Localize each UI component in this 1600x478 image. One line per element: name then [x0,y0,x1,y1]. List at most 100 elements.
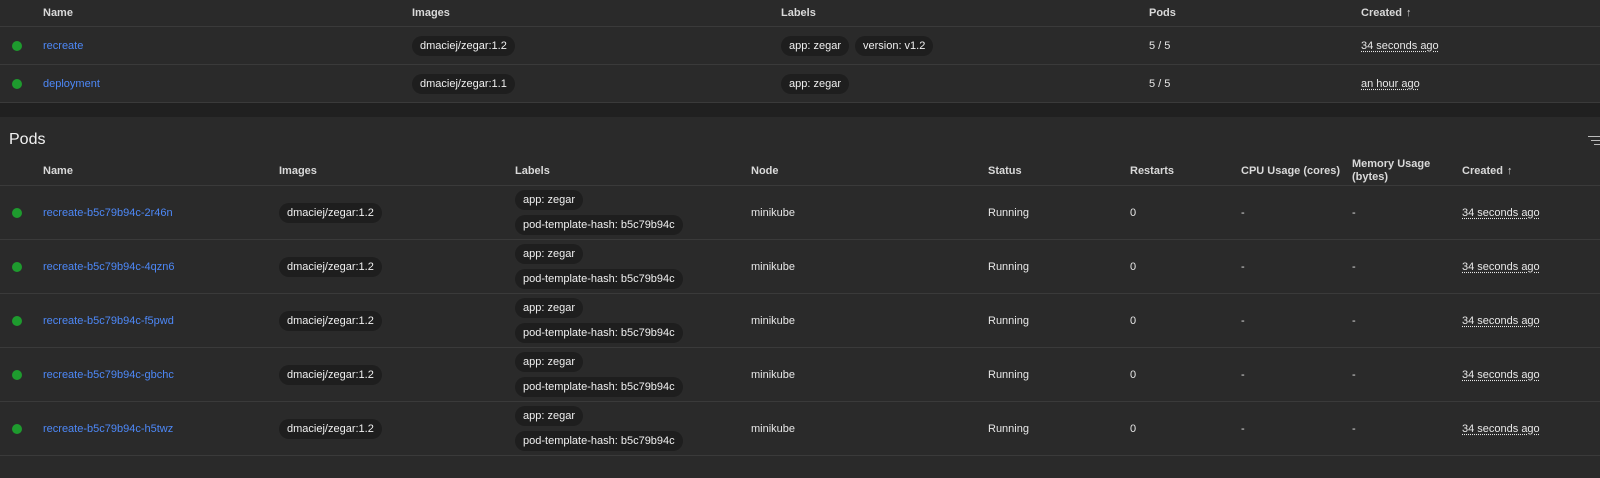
status-text: Running [988,314,1029,327]
created-time: an hour ago [1361,77,1420,90]
pods-section-header: Pods [0,117,1600,157]
label-chip: app: zegar [515,352,583,372]
label-chip: version: v1.2 [854,35,934,56]
status-ok-icon [12,315,22,326]
pod-name-link[interactable]: recreate-b5c79b94c-2r46n [43,207,173,219]
memory-usage: - [1352,314,1356,327]
deployment-name-link[interactable]: deployment [43,78,100,90]
image-chip: dmaciej/zegar:1.1 [412,73,515,94]
status-ok-icon [12,261,22,272]
restarts-count: 0 [1130,422,1137,435]
label-chip: pod-template-hash: b5c79b94c [515,431,683,451]
created-time: 34 seconds ago [1462,368,1540,381]
status-text: Running [988,206,1029,219]
label-chip: pod-template-hash: b5c79b94c [515,215,683,235]
deployments-header-row: Name Images Labels Pods Created ↑ [0,0,1600,27]
image-chip: dmaciej/zegar:1.2 [279,202,382,223]
table-row[interactable]: recreate-b5c79b94c-2r46n dmaciej/zegar:1… [0,186,1600,240]
label-chip: pod-template-hash: b5c79b94c [515,269,683,289]
col-header-status[interactable]: Status [988,157,1022,185]
pods-count: 5 / 5 [1149,77,1171,90]
cpu-usage: - [1241,422,1245,435]
created-time: 34 seconds ago [1462,314,1540,327]
col-header-created[interactable]: Created ↑ [1361,0,1411,26]
pod-name-link[interactable]: recreate-b5c79b94c-f5pwd [43,315,174,327]
col-header-images: Images [279,165,317,177]
label-chip: app: zegar [515,298,583,318]
section-separator [0,103,1600,117]
image-chip: dmaciej/zegar:1.2 [412,35,515,56]
cpu-usage: - [1241,206,1245,219]
restarts-count: 0 [1130,206,1137,219]
col-header-memory: Memory Usage (bytes) [1352,158,1431,183]
node-name: minikube [751,422,796,435]
cpu-usage: - [1241,368,1245,381]
col-header-created[interactable]: Created ↑ [1462,157,1512,185]
col-header-labels: Labels [781,7,816,19]
created-time: 34 seconds ago [1462,422,1540,435]
deployments-table: Name Images Labels Pods Created ↑ recrea… [0,0,1600,103]
restarts-count: 0 [1130,368,1137,381]
label-chip: app: zegar [515,244,583,264]
table-row[interactable]: recreate-b5c79b94c-4qzn6 dmaciej/zegar:1… [0,240,1600,294]
image-chip: dmaciej/zegar:1.2 [279,364,382,385]
pod-name-link[interactable]: recreate-b5c79b94c-4qzn6 [43,261,174,273]
col-header-name[interactable]: Name [43,157,73,185]
col-header-name[interactable]: Name [43,0,73,26]
status-text: Running [988,422,1029,435]
status-ok-icon [12,423,22,434]
col-header-pods: Pods [1149,7,1176,19]
label-chip: app: zegar [781,73,849,94]
filter-icon[interactable] [1588,136,1600,148]
col-header-created-label: Created [1462,165,1503,177]
status-ok-icon [12,40,22,51]
label-chip: app: zegar [515,406,583,426]
status-text: Running [988,260,1029,273]
memory-usage: - [1352,422,1356,435]
status-ok-icon [12,78,22,89]
label-chip: pod-template-hash: b5c79b94c [515,323,683,343]
node-name: minikube [751,368,796,381]
arrow-up-icon: ↑ [1405,7,1412,19]
node-name: minikube [751,314,796,327]
pod-name-link[interactable]: recreate-b5c79b94c-h5twz [43,423,173,435]
col-header-images: Images [412,7,450,19]
created-time: 34 seconds ago [1462,206,1540,219]
image-chip: dmaciej/zegar:1.2 [279,418,382,439]
pod-name-link[interactable]: recreate-b5c79b94c-gbchc [43,369,174,381]
table-row[interactable]: recreate-b5c79b94c-gbchc dmaciej/zegar:1… [0,348,1600,402]
cpu-usage: - [1241,314,1245,327]
col-header-restarts[interactable]: Restarts [1130,157,1174,185]
status-text: Running [988,368,1029,381]
restarts-count: 0 [1130,314,1137,327]
restarts-count: 0 [1130,260,1137,273]
table-row[interactable]: recreate-b5c79b94c-f5pwd dmaciej/zegar:1… [0,294,1600,348]
cpu-usage: - [1241,260,1245,273]
pods-table: Name Images Labels Node Status Restarts … [0,157,1600,456]
image-chip: dmaciej/zegar:1.2 [279,310,382,331]
status-ok-icon [12,369,22,380]
pods-count: 5 / 5 [1149,39,1171,52]
deployment-name-link[interactable]: recreate [43,40,83,52]
label-chip: app: zegar [781,35,849,56]
col-header-cpu: CPU Usage (cores) [1241,165,1341,177]
pods-header-row: Name Images Labels Node Status Restarts … [0,157,1600,186]
table-row[interactable]: recreate dmaciej/zegar:1.2 app: zegar ver… [0,27,1600,65]
arrow-up-icon: ↑ [1506,165,1513,177]
created-time: 34 seconds ago [1361,39,1439,52]
memory-usage: - [1352,260,1356,273]
col-header-node[interactable]: Node [751,157,779,185]
table-row[interactable]: deployment dmaciej/zegar:1.1 app: zegar … [0,65,1600,103]
memory-usage: - [1352,206,1356,219]
node-name: minikube [751,206,796,219]
pods-title: Pods [9,131,46,148]
node-name: minikube [751,260,796,273]
label-chip: app: zegar [515,190,583,210]
memory-usage: - [1352,368,1356,381]
image-chip: dmaciej/zegar:1.2 [279,256,382,277]
col-header-labels: Labels [515,165,550,177]
created-time: 34 seconds ago [1462,260,1540,273]
table-row[interactable]: recreate-b5c79b94c-h5twz dmaciej/zegar:1… [0,402,1600,456]
label-chip: pod-template-hash: b5c79b94c [515,377,683,397]
status-ok-icon [12,207,22,218]
